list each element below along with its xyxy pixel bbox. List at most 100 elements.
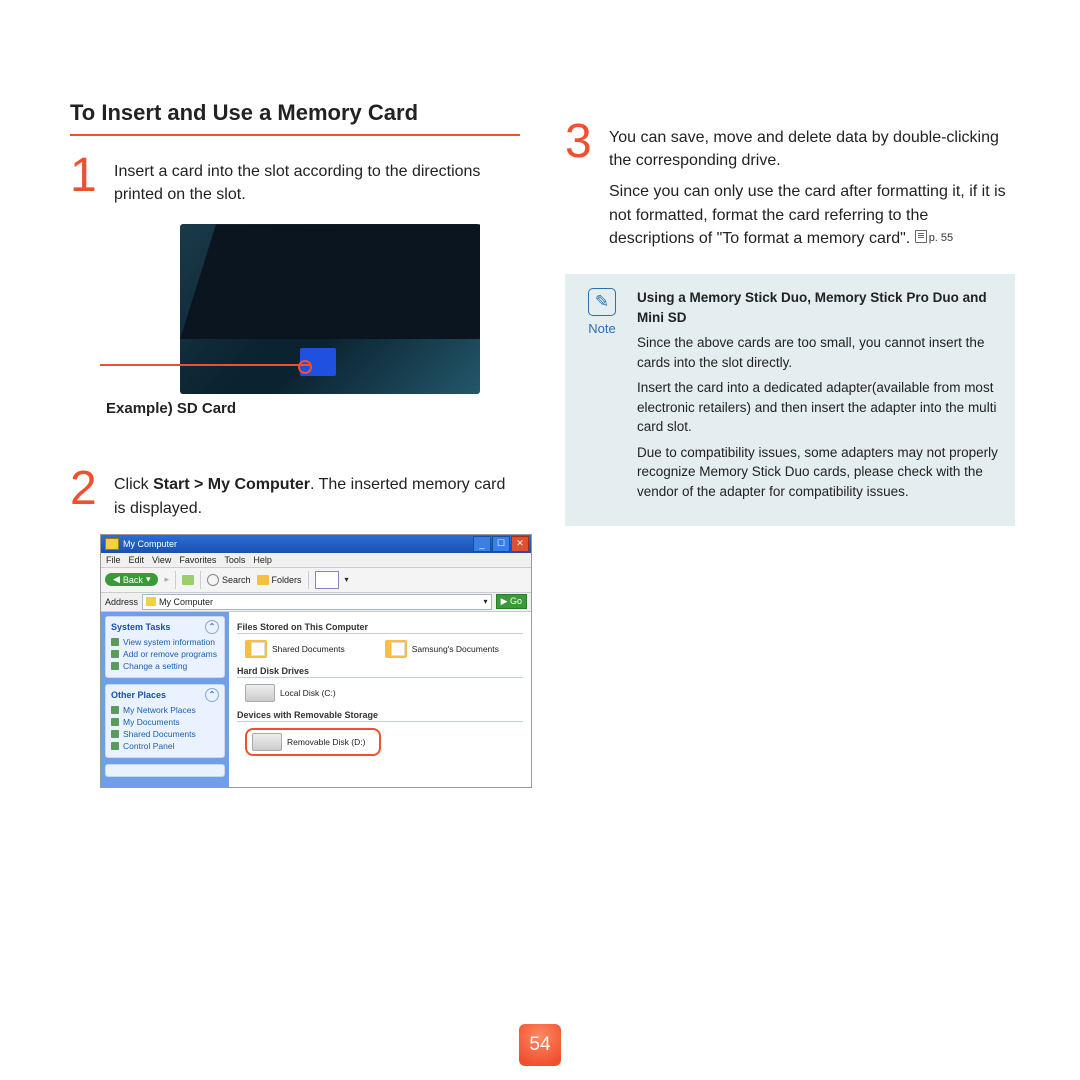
address-label: Address [105, 597, 138, 607]
step-3-number: 3 [565, 120, 609, 163]
address-bar: Address My Computer ▾ ▶ Go [101, 593, 531, 612]
step-2-number: 2 [70, 467, 114, 510]
note-p1: Since the above cards are too small, you… [637, 333, 999, 372]
search-button[interactable]: Search [207, 574, 251, 586]
search-icon [207, 574, 219, 586]
explorer-body: System Tasks ⌃ View system information Ad… [101, 612, 531, 787]
minimize-button[interactable]: _ [473, 536, 491, 552]
item-label: Samsung's Documents [412, 644, 499, 654]
callout-line [100, 364, 310, 366]
address-value: My Computer [159, 597, 213, 607]
separator [175, 571, 176, 589]
back-button[interactable]: ◀ Back ▾ [105, 573, 158, 586]
menu-favorites[interactable]: Favorites [179, 555, 216, 565]
menu-tools[interactable]: Tools [224, 555, 245, 565]
step-2-pre: Click [114, 476, 153, 493]
menu-help[interactable]: Help [253, 555, 272, 565]
window-title: My Computer [123, 539, 177, 549]
collapse-icon[interactable]: ⌃ [205, 688, 219, 702]
address-field[interactable]: My Computer ▾ [142, 594, 492, 610]
note-left: ✎ Note [581, 288, 623, 508]
note-label: Note [581, 320, 623, 339]
up-button[interactable] [182, 575, 194, 585]
views-button[interactable] [315, 571, 339, 589]
item-removable-disk-d[interactable]: Removable Disk (D:) [252, 733, 365, 751]
collapse-icon[interactable]: ⌃ [205, 620, 219, 634]
windows-logo-icon [510, 554, 526, 566]
my-computer-icon [105, 538, 119, 550]
place-documents[interactable]: My Documents [111, 716, 219, 728]
step-1-text: Insert a card into the slot according to… [114, 154, 520, 206]
other-places-box: Other Places ⌃ My Network Places My Docum… [105, 684, 225, 758]
item-label: Shared Documents [272, 644, 345, 654]
back-label: Back [123, 575, 143, 585]
folders-button[interactable]: Folders [257, 575, 302, 585]
step-2-bold: Start > My Computer [153, 476, 310, 493]
task-change-setting[interactable]: Change a setting [111, 660, 219, 672]
toolbar: ◀ Back ▾ ▸ Search Folders ▾ [101, 568, 531, 593]
folder-icon [385, 640, 407, 658]
folder-icon [257, 575, 269, 585]
group-files-stored: Files Stored on This Computer [237, 622, 523, 634]
laptop-figure: Example) SD Card [100, 224, 490, 417]
my-computer-icon [146, 597, 156, 606]
page-ref-icon [915, 230, 927, 243]
note-box: ✎ Note Using a Memory Stick Duo, Memory … [565, 274, 1015, 526]
go-button[interactable]: ▶ Go [496, 594, 527, 609]
menubar: File Edit View Favorites Tools Help [101, 553, 531, 568]
menu-view[interactable]: View [152, 555, 171, 565]
menu-file[interactable]: File [106, 555, 121, 565]
item-label: Local Disk (C:) [280, 688, 336, 698]
go-label: Go [510, 596, 522, 606]
item-label: Removable Disk (D:) [287, 737, 365, 747]
step-1: 1 Insert a card into the slot according … [70, 154, 520, 206]
system-tasks-box: System Tasks ⌃ View system information Ad… [105, 616, 225, 678]
separator [308, 571, 309, 589]
step-3: 3 You can save, move and delete data by … [565, 120, 1015, 250]
group-hard-drives: Hard Disk Drives [237, 666, 523, 678]
item-local-disk-c[interactable]: Local Disk (C:) [245, 684, 336, 702]
separator [200, 571, 201, 589]
manual-page: To Insert and Use a Memory Card 1 Insert… [0, 0, 1080, 1080]
group-removable: Devices with Removable Storage [237, 710, 523, 722]
page-number: 54 [529, 1034, 550, 1056]
item-shared-docs[interactable]: Shared Documents [245, 640, 345, 658]
highlighted-removable-disk: Removable Disk (D:) [245, 728, 381, 756]
chevron-down-icon[interactable]: ▾ [484, 597, 488, 606]
close-button[interactable]: ✕ [511, 536, 529, 552]
step-2: 2 Click Start > My Computer. The inserte… [70, 467, 520, 519]
pencil-icon: ✎ [588, 288, 616, 316]
main-pane: Files Stored on This Computer Shared Doc… [229, 612, 531, 787]
step-2-text: Click Start > My Computer. The inserted … [114, 467, 520, 519]
left-column: To Insert and Use a Memory Card 1 Insert… [70, 100, 520, 788]
note-p2: Insert the card into a dedicated adapter… [637, 378, 999, 437]
my-computer-screenshot: My Computer _ ☐ ✕ File Edit View Favorit… [100, 534, 532, 788]
page-ref-label: p. 55 [929, 232, 953, 244]
item-samsung-docs[interactable]: Samsung's Documents [385, 640, 499, 658]
place-control-panel[interactable]: Control Panel [111, 740, 219, 752]
laptop-image [180, 224, 480, 394]
place-shared-docs[interactable]: Shared Documents [111, 728, 219, 740]
drive-icon [245, 684, 275, 702]
details-box [105, 764, 225, 777]
step-3-line1: You can save, move and delete data by do… [609, 126, 1015, 172]
note-body: Using a Memory Stick Duo, Memory Stick P… [637, 288, 999, 508]
menu-edit[interactable]: Edit [129, 555, 145, 565]
page-ref: p. 55 [915, 230, 953, 247]
forward-button[interactable]: ▸ [164, 574, 169, 585]
folders-label: Folders [272, 575, 302, 585]
side-panel: System Tasks ⌃ View system information Ad… [101, 612, 229, 787]
search-label: Search [222, 575, 251, 585]
maximize-button[interactable]: ☐ [492, 536, 510, 552]
other-places-label: Other Places [111, 690, 166, 700]
task-view-sys-info[interactable]: View system information [111, 636, 219, 648]
right-column: 3 You can save, move and delete data by … [565, 120, 1015, 526]
drive-icon [252, 733, 282, 751]
place-network[interactable]: My Network Places [111, 704, 219, 716]
window-titlebar: My Computer _ ☐ ✕ [101, 535, 531, 553]
folder-icon [245, 640, 267, 658]
system-tasks-label: System Tasks [111, 622, 170, 632]
step-3-text: You can save, move and delete data by do… [609, 120, 1015, 250]
task-add-remove[interactable]: Add or remove programs [111, 648, 219, 660]
example-sd-card-label: Example) SD Card [106, 400, 490, 417]
